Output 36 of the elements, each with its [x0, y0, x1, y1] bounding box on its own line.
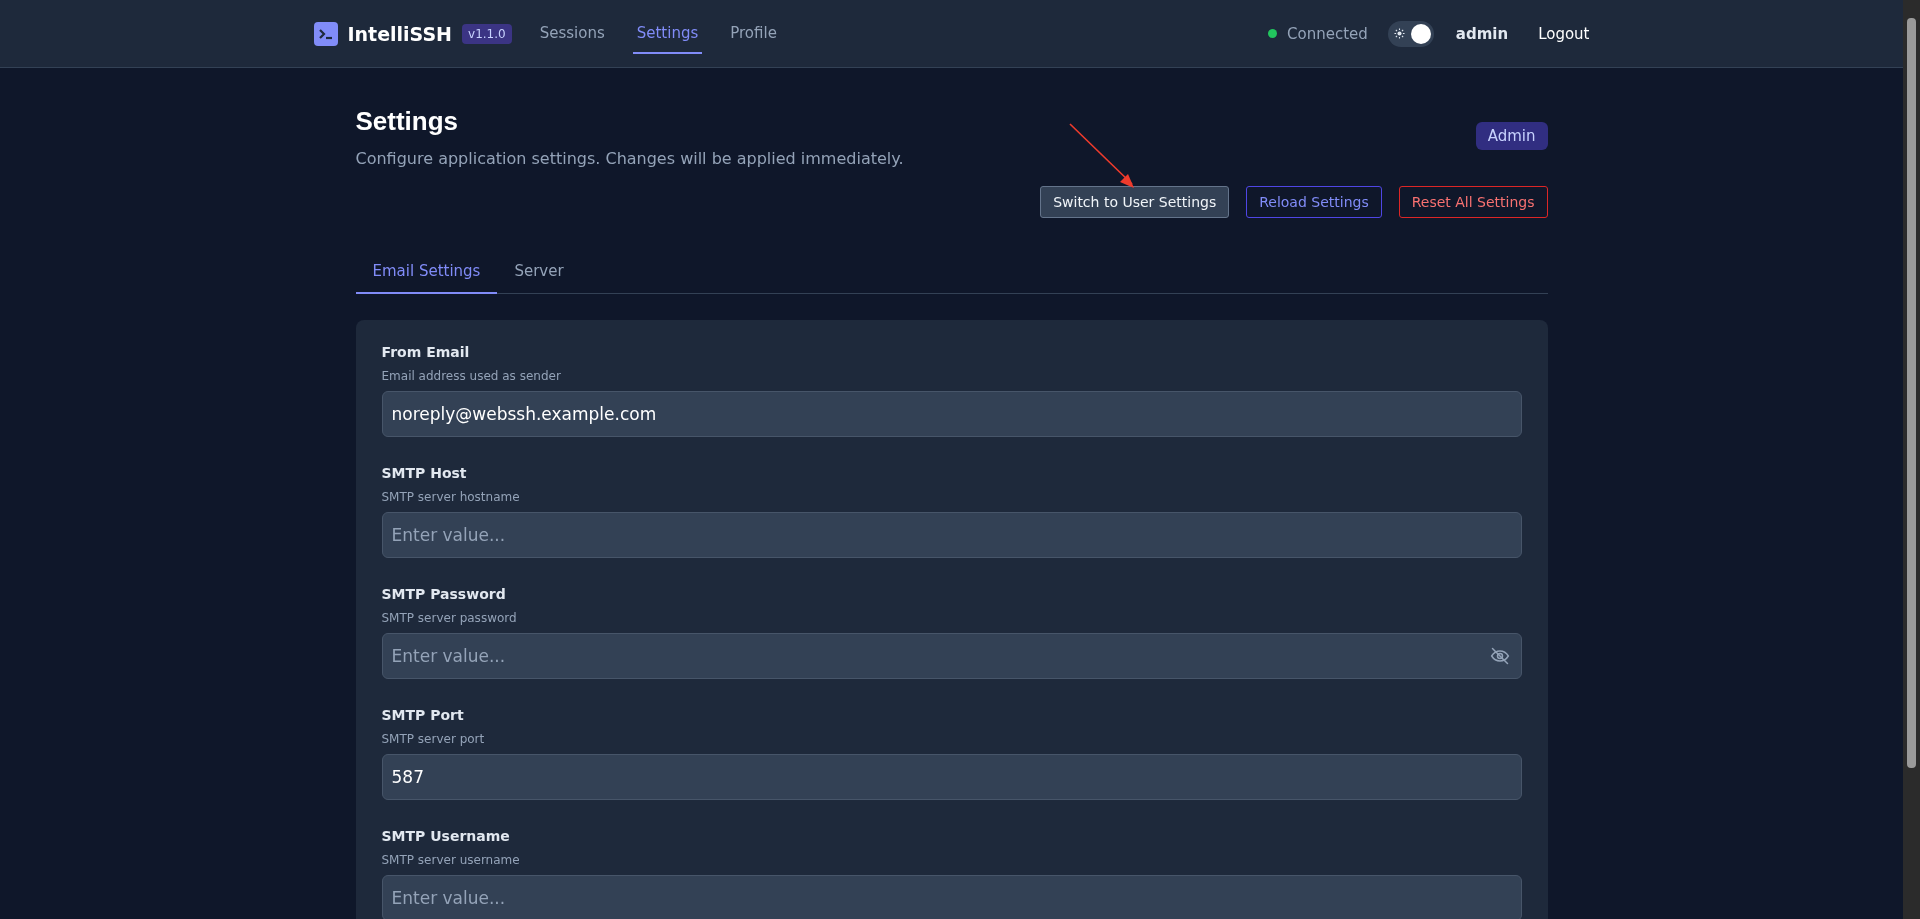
eye-off-icon[interactable]	[1489, 646, 1510, 666]
nav-link[interactable]: Profile	[726, 13, 781, 54]
field-label: From Email	[381, 344, 471, 360]
field-hint: SMTP server port	[381, 732, 486, 746]
theme-toggle[interactable]	[1387, 20, 1434, 47]
action-button[interactable]: Reload Settings	[1246, 186, 1382, 218]
action-button[interactable]: Switch to User Settings	[1040, 186, 1230, 218]
connection-status: Connected	[1287, 24, 1368, 43]
input-field[interactable]: noreply@webssh.example.com	[381, 391, 1522, 437]
field-label: SMTP Password	[381, 586, 507, 602]
input-field[interactable]: Enter value...	[381, 875, 1522, 919]
app-logo[interactable]: IntelliSSH	[347, 22, 453, 45]
field-hint: SMTP server password	[381, 611, 518, 625]
logout-link[interactable]: Logout	[1538, 24, 1590, 43]
action-button[interactable]: Reset All Settings	[1398, 186, 1548, 218]
input-field[interactable]: 587	[381, 754, 1522, 800]
field-hint: SMTP server hostname	[381, 490, 521, 504]
field-label: SMTP Port	[381, 707, 465, 723]
input-field[interactable]: Enter value...	[381, 633, 1522, 679]
version-badge: v1.1.0	[462, 23, 512, 44]
role-badge: Admin	[1475, 122, 1548, 150]
nav-link[interactable]: Settings	[632, 13, 703, 54]
settings-tab[interactable]: Server	[497, 252, 581, 294]
page-title: Settings	[355, 106, 460, 137]
field-label: SMTP Username	[381, 828, 511, 844]
settings-tab[interactable]: Email Settings	[355, 252, 498, 294]
username: admin	[1455, 24, 1509, 43]
nav-link[interactable]: Sessions	[535, 13, 609, 54]
field-label: SMTP Host	[381, 465, 468, 481]
field-hint: Email address used as sender	[381, 369, 562, 383]
field-hint: SMTP server username	[381, 853, 521, 867]
terminal-icon	[313, 21, 338, 46]
page-subtitle: Configure application settings. Changes will be applied immediately.	[355, 149, 904, 168]
sun-icon	[1393, 28, 1405, 39]
input-field[interactable]: Enter value...	[381, 512, 1522, 558]
scrollbar[interactable]	[1903, 0, 1920, 919]
